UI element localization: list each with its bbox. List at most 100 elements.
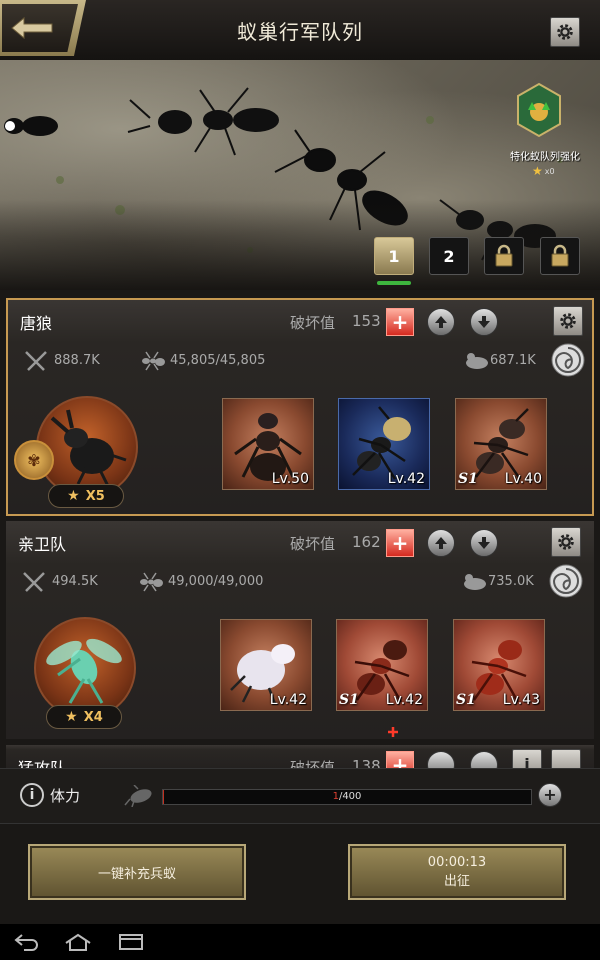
hero-portrait[interactable]: [34, 617, 136, 719]
info-icon: i: [524, 754, 530, 769]
damage-value: 138: [352, 757, 381, 768]
move-down-button[interactable]: [470, 751, 498, 768]
unit-slot[interactable]: Lv.42: [220, 619, 312, 711]
damage-label: 破坏值: [290, 535, 336, 553]
enhance-emblem[interactable]: 特化蚁队列强化 ★ x0: [500, 82, 590, 182]
unit-level: Lv.40: [504, 471, 542, 487]
load-capacity-icon: [464, 574, 486, 590]
damage-label: 破坏值: [290, 759, 336, 768]
load-value: 687.1K: [490, 353, 536, 368]
system-nav-bar: [0, 924, 600, 960]
stamina-readout: 1/400: [332, 791, 362, 802]
mantis-icon: [46, 638, 122, 704]
unit-level: Lv.50: [271, 471, 309, 487]
load-value: 735.0K: [488, 574, 534, 589]
unit-slot[interactable]: S1 Lv.40: [455, 398, 547, 490]
hero-portrait[interactable]: [36, 396, 138, 498]
squad-card[interactable]: 猛攻队 破坏值 138 + i: [6, 745, 594, 768]
queue-tab-3-locked[interactable]: [484, 237, 524, 275]
star-icon: ★: [67, 488, 80, 504]
queue-tab-2[interactable]: 2: [429, 237, 469, 275]
lock-icon: [551, 244, 569, 267]
squad-settings-button[interactable]: [553, 306, 583, 336]
squad-settings-button[interactable]: [551, 527, 581, 557]
home-nav-icon[interactable]: [64, 933, 92, 951]
damage-label: 破坏值: [290, 314, 336, 332]
unit-slot[interactable]: Lv.50: [222, 398, 314, 490]
queue-tab-4-locked[interactable]: [540, 237, 580, 275]
back-nav-icon[interactable]: [14, 933, 40, 951]
troop-count: 49,000/49,000: [168, 574, 264, 589]
plus-icon: +: [543, 785, 557, 804]
settings-button[interactable]: [550, 17, 580, 47]
recents-nav-icon[interactable]: [118, 933, 144, 951]
troop-count: 45,805/45,805: [170, 353, 266, 368]
page-title: 蚁巢行军队列: [237, 20, 363, 44]
arrow-down-icon: [478, 537, 490, 549]
squad-settings-button[interactable]: [551, 749, 581, 768]
unit-level: Lv.42: [385, 692, 423, 708]
add-stamina-button[interactable]: +: [538, 783, 562, 807]
unit-special-badge: S1: [339, 692, 359, 708]
spiral-skill-icon[interactable]: [548, 563, 584, 599]
stamina-bar: i 体力 1/400 +: [0, 768, 600, 824]
top-bar: 蚁巢行军队列: [0, 0, 600, 61]
load-capacity-icon: [466, 353, 488, 369]
damage-value: 153: [352, 312, 381, 330]
attack-value: 888.7K: [54, 353, 100, 368]
lock-icon: [495, 244, 513, 267]
march-button[interactable]: 00:00:13 出征: [348, 844, 566, 900]
hero-star-rank: ★ X5: [48, 484, 124, 508]
star-icon: ★: [532, 164, 543, 178]
gear-icon: [560, 313, 576, 329]
arrow-down-icon: [478, 316, 490, 328]
add-damage-button[interactable]: +: [386, 751, 414, 768]
squad-name: 猛攻队: [18, 755, 66, 768]
queue-tab-1[interactable]: 1: [374, 237, 414, 275]
crossed-swords-icon: [25, 351, 47, 371]
add-damage-button[interactable]: +: [386, 529, 414, 557]
march-timer: 00:00:13: [427, 855, 487, 870]
enhance-stars: ★ x0: [532, 164, 555, 178]
butterfly-icon: ✾: [27, 450, 41, 470]
move-down-button[interactable]: [470, 529, 498, 557]
move-up-button[interactable]: [427, 308, 455, 336]
damage-value: 162: [352, 533, 381, 551]
crossed-swords-icon: [23, 572, 45, 592]
squad-card[interactable]: 亲卫队 破坏值 162 + 494.5K 49,000/49,000 735.0…: [6, 521, 594, 739]
unit-level: Lv.42: [387, 471, 425, 487]
hero-badge: ✾: [14, 440, 54, 480]
arrow-up-icon: [435, 316, 447, 328]
red-plus-marker-icon: [388, 727, 398, 737]
move-down-button[interactable]: [470, 308, 498, 336]
squad-name: 亲卫队: [18, 535, 67, 554]
star-icon: ★: [65, 709, 78, 725]
shield-emblem-icon: [517, 82, 561, 138]
ant-troops-icon: [140, 572, 163, 592]
active-tab-indicator: [377, 281, 411, 285]
add-damage-button[interactable]: +: [386, 308, 414, 336]
unit-level: Lv.42: [269, 692, 307, 708]
stag-beetle-icon: [50, 409, 127, 487]
squad-card[interactable]: 唐狼 破坏值 153 + 888.7K 45,805/45,805 687.1K: [6, 298, 594, 516]
unit-slot[interactable]: S1 Lv.43: [453, 619, 545, 711]
gear-icon: [558, 534, 574, 550]
move-up-button[interactable]: [427, 751, 455, 768]
plus-icon: +: [391, 753, 409, 768]
info-button[interactable]: i: [20, 783, 44, 807]
plus-icon: +: [391, 531, 409, 555]
stamina-label: 体力: [50, 787, 81, 805]
gear-icon: [557, 24, 573, 40]
info-button[interactable]: i: [512, 749, 542, 768]
unit-slot[interactable]: S1 Lv.42: [336, 619, 428, 711]
stamina-progress: 1/400: [162, 789, 532, 805]
unit-special-badge: S1: [458, 471, 478, 487]
enhance-label: 特化蚁队列强化: [510, 152, 580, 163]
refill-troops-button[interactable]: 一键补充兵蚁: [28, 844, 246, 900]
spiral-skill-icon[interactable]: [550, 342, 586, 378]
unit-slot[interactable]: Lv.42: [338, 398, 430, 490]
ant-troops-icon: [142, 351, 165, 371]
squad-name: 唐狼: [20, 314, 53, 333]
move-up-button[interactable]: [427, 529, 455, 557]
plus-icon: +: [391, 310, 409, 334]
